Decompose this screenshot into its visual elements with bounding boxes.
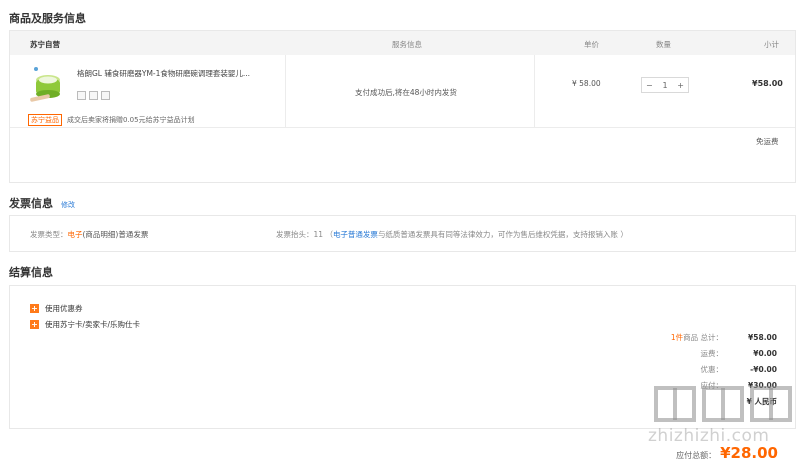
- coupon-option-label[interactable]: 使用优惠券: [45, 303, 83, 314]
- item-count: 1件: [670, 332, 684, 342]
- product-attributes: [77, 91, 113, 102]
- attribute-chip: [101, 91, 110, 100]
- invoice-type-electronic: 电子: [67, 230, 83, 239]
- invoice-type: 发票类型：电子(商品明细)普通发票: [30, 229, 148, 240]
- invoice-panel: 发票类型：电子(商品明细)普通发票 发票抬头：11 （电子普通发票与纸质普通发票…: [9, 215, 796, 252]
- settlement-section-title: 结算信息: [9, 266, 53, 279]
- invoice-title-label: 发票抬头：11: [276, 230, 324, 239]
- invoice-header-info: 发票抬头：11 （电子普通发票与纸质普通发票具有同等法律效力，可作为售后维权凭据…: [276, 229, 628, 240]
- col-divider: [285, 55, 286, 127]
- product-thumbnail[interactable]: [28, 63, 64, 103]
- invoice-section-title: 发票信息: [9, 197, 53, 210]
- unit-price: ¥ 58.00: [572, 79, 601, 88]
- summary-goods-total: 1件商品 总计： ¥58.00: [597, 329, 777, 345]
- service-text: 支付成功后,将在48小时内发货: [355, 88, 457, 97]
- watermark-logo: [650, 384, 796, 424]
- attribute-chip: [89, 91, 98, 100]
- qty-increase-button[interactable]: +: [677, 81, 684, 90]
- card-option[interactable]: + 使用苏宁卡/卖家卡/乐购仕卡: [30, 319, 140, 330]
- freight-label: 运费：: [700, 348, 724, 358]
- freight-value: ¥0.00: [753, 348, 777, 358]
- row-divider: [10, 127, 795, 128]
- coupon-option[interactable]: + 使用优惠券: [30, 303, 83, 314]
- invoice-header: 发票信息 修改: [9, 195, 75, 211]
- col-quantity: 数量: [656, 40, 671, 49]
- discount-label: 优惠：: [700, 364, 724, 374]
- store-name[interactable]: 苏宁自营: [30, 39, 60, 50]
- invoice-type-label: 发票类型：: [30, 230, 68, 239]
- goods-panel: 格朗GL 辅食研磨器YM-1食物研磨碗调理套装婴儿... 苏宁益品 成交后卖家将…: [9, 55, 796, 183]
- grinder-bowl-image: [30, 67, 60, 102]
- goods-table-header: 苏宁自营 服务信息 单价 数量 小计: [9, 30, 796, 56]
- qty-decrease-button[interactable]: −: [646, 81, 653, 90]
- col-unit-price: 单价: [584, 40, 599, 49]
- col-service: 服务信息: [392, 40, 422, 49]
- attribute-chip: [77, 91, 86, 100]
- goods-total-value: ¥58.00: [748, 332, 777, 342]
- product-name-link[interactable]: 格朗GL 辅食研磨器YM-1食物研磨碗调理套装婴儿...: [77, 68, 273, 79]
- summary-freight: 运费： ¥0.00: [597, 345, 778, 361]
- invoice-note-open: （: [325, 230, 333, 239]
- col-divider: [534, 55, 535, 127]
- invoice-note-text: 与纸质普通发票具有同等法律效力，可作为售后维权凭据，支持报销入账 ）: [377, 230, 628, 239]
- item-subtotal: ¥58.00: [752, 79, 783, 88]
- expand-plus-icon: +: [30, 320, 39, 329]
- e-invoice-link[interactable]: 电子普通发票: [333, 230, 378, 239]
- discount-value: -¥0.00: [750, 364, 777, 374]
- invoice-type-value: (商品明细)普通发票: [82, 230, 149, 239]
- charity-tag: 苏宁益品: [28, 114, 62, 126]
- charity-text: 成交后卖家将捐赠0.05元给苏宁益品计划: [67, 116, 195, 124]
- expand-plus-icon: +: [30, 304, 39, 313]
- shipping-note: 免运费: [756, 137, 779, 146]
- pay-total-amount: ¥28.00: [720, 444, 778, 462]
- quantity-stepper: − 1 +: [641, 77, 689, 93]
- pay-total-label: 应付总额：: [676, 451, 717, 460]
- summary-discount: 优惠： -¥0.00: [597, 361, 778, 377]
- qty-value[interactable]: 1: [662, 81, 667, 90]
- pay-total: 应付总额： ¥28.00: [676, 444, 778, 462]
- col-subtotal: 小计: [764, 40, 779, 49]
- goods-total-label: 商品 总计：: [683, 332, 723, 342]
- charity-row: 苏宁益品 成交后卖家将捐赠0.05元给苏宁益品计划: [28, 114, 195, 126]
- watermark-site: zhizhizhi.com: [648, 426, 770, 446]
- invoice-edit-link[interactable]: 修改: [61, 200, 75, 210]
- goods-section-title: 商品及服务信息: [9, 12, 86, 25]
- card-option-label[interactable]: 使用苏宁卡/卖家卡/乐购仕卡: [45, 319, 140, 330]
- watermark-logo-icon: [654, 386, 792, 422]
